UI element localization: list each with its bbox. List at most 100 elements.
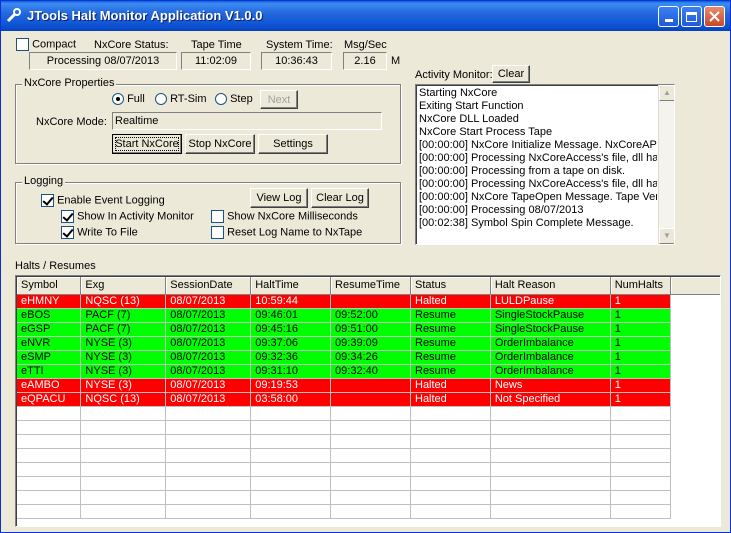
activity-log-line: NxCore Start Process Tape xyxy=(419,126,553,138)
column-header[interactable]: Symbol xyxy=(17,277,82,295)
table-cell-filler xyxy=(670,308,720,322)
mode-step-label: Step xyxy=(230,93,253,105)
stop-nxcore-button[interactable]: Stop NxCore xyxy=(185,134,255,154)
table-cell: 08/07/2013 xyxy=(165,378,252,393)
table-cell: NQSC (13) xyxy=(80,294,167,309)
empty-cell xyxy=(165,476,252,491)
show-in-activity-monitor-checkbox[interactable]: Show In Activity Monitor xyxy=(61,210,194,223)
table-row[interactable]: eGSP PACF (7) 08/07/2013 09:45:16 09:51:00 Re… xyxy=(17,322,720,337)
empty-row xyxy=(17,434,720,449)
halts-grid[interactable]: Symbol Exg SessionDate HaltTime ResumeTime St… xyxy=(15,275,721,527)
table-cell-filler xyxy=(670,364,720,378)
table-cell: eSMP xyxy=(17,350,82,365)
minimize-button[interactable] xyxy=(658,6,679,27)
title-bar[interactable]: JTools Halt Monitor Application V1.0.0 xyxy=(1,1,730,31)
table-cell: OrderImbalance xyxy=(490,364,611,379)
show-nxcore-ms-box[interactable] xyxy=(211,210,224,223)
start-nxcore-button[interactable]: Start NxCore xyxy=(112,134,182,154)
table-cell: 10:59:44 xyxy=(250,294,332,309)
logging-group: Logging Enable Event Logging Show In Act… xyxy=(15,175,401,244)
table-cell: NYSE (3) xyxy=(80,350,167,365)
clear-log-button[interactable]: Clear Log xyxy=(311,188,369,208)
close-button[interactable] xyxy=(704,6,725,27)
table-cell: 09:45:16 xyxy=(250,322,332,337)
table-cell-filler xyxy=(670,462,720,476)
column-header[interactable]: Status xyxy=(410,277,491,295)
scroll-down-arrow-icon[interactable]: ▼ xyxy=(659,228,674,244)
table-row[interactable]: eNVR NYSE (3) 08/07/2013 09:37:06 09:39:09 Re… xyxy=(17,336,720,351)
table-cell: NYSE (3) xyxy=(80,364,167,379)
enable-event-logging-checkbox[interactable]: Enable Event Logging xyxy=(41,194,165,207)
empty-row xyxy=(17,420,720,435)
write-to-file-checkbox[interactable]: Write To File xyxy=(61,226,138,239)
empty-cell xyxy=(330,490,411,505)
settings-button[interactable]: Settings xyxy=(258,134,328,154)
reset-log-name-checkbox[interactable]: Reset Log Name to NxTape xyxy=(211,226,362,239)
activity-log-line: Starting NxCore xyxy=(419,87,498,99)
reset-log-name-box[interactable] xyxy=(211,226,224,239)
empty-cell xyxy=(17,504,82,519)
table-row[interactable]: eSMP NYSE (3) 08/07/2013 09:32:36 09:34:26 Re… xyxy=(17,350,720,365)
logging-title: Logging xyxy=(22,175,66,187)
empty-cell xyxy=(165,434,252,449)
empty-cell xyxy=(250,448,332,463)
empty-cell xyxy=(410,434,491,449)
radio-step-icon[interactable] xyxy=(215,93,227,106)
next-button[interactable]: Next xyxy=(260,90,298,109)
show-in-activity-monitor-box[interactable] xyxy=(61,210,74,223)
table-cell: Resume xyxy=(410,364,491,379)
system-time-label: System Time: xyxy=(266,39,333,51)
column-header[interactable]: SessionDate xyxy=(165,277,252,295)
table-cell: 08/07/2013 xyxy=(165,322,252,337)
empty-cell xyxy=(610,490,671,505)
scroll-up-arrow-icon[interactable]: ▲ xyxy=(659,85,674,101)
empty-cell xyxy=(610,406,671,421)
activity-monitor-log[interactable]: Starting NxCore Exiting Start Function NxC… xyxy=(415,84,675,245)
compact-check-box[interactable] xyxy=(16,38,29,51)
table-cell: eBOS xyxy=(17,308,82,323)
table-cell xyxy=(330,392,411,407)
table-cell-filler xyxy=(670,392,720,406)
table-cell: eHMNY xyxy=(17,294,82,309)
empty-cell xyxy=(17,476,82,491)
table-row[interactable]: eAMBO NYSE (3) 08/07/2013 09:19:53 Halted New… xyxy=(17,378,720,393)
empty-cell xyxy=(250,490,332,505)
activity-clear-button[interactable]: Clear xyxy=(492,65,530,83)
column-header[interactable]: NumHalts xyxy=(610,277,671,295)
activity-scrollbar[interactable]: ▲ ▼ xyxy=(658,85,674,244)
table-row[interactable]: eTTI NYSE (3) 08/07/2013 09:31:10 09:32:40 Re… xyxy=(17,364,720,379)
column-header[interactable]: HaltTime xyxy=(250,277,332,295)
empty-row xyxy=(17,448,720,463)
table-cell: eGSP xyxy=(17,322,82,337)
activity-lines: Starting NxCore Exiting Start Function NxC… xyxy=(417,87,657,230)
enable-event-logging-box[interactable] xyxy=(41,194,54,207)
empty-cell xyxy=(610,504,671,519)
column-header[interactable]: Halt Reason xyxy=(490,277,611,295)
view-log-button[interactable]: View Log xyxy=(250,188,308,208)
radio-rtsim-icon[interactable] xyxy=(155,93,167,106)
table-cell-filler xyxy=(670,504,720,518)
radio-full-icon[interactable] xyxy=(112,93,124,106)
column-header[interactable]: ResumeTime xyxy=(330,277,411,295)
table-cell: 09:52:00 xyxy=(330,308,411,323)
empty-row xyxy=(17,406,720,421)
table-cell: 09:37:06 xyxy=(250,336,332,351)
show-in-activity-monitor-label: Show In Activity Monitor xyxy=(77,210,194,223)
show-nxcore-ms-checkbox[interactable]: Show NxCore Milliseconds xyxy=(211,210,358,223)
compact-checkbox[interactable]: Compact xyxy=(16,38,76,51)
mode-step-radio[interactable]: Step xyxy=(215,93,253,106)
table-row[interactable]: eBOS PACF (7) 08/07/2013 09:46:01 09:52:00 Re… xyxy=(17,308,720,323)
mode-full-radio[interactable]: Full xyxy=(112,93,145,106)
table-row[interactable]: eHMNY NQSC (13) 08/07/2013 10:59:44 Halted LU… xyxy=(17,294,720,309)
column-header[interactable]: Exg xyxy=(80,277,167,295)
maximize-button[interactable] xyxy=(681,6,702,27)
write-to-file-box[interactable] xyxy=(61,226,74,239)
mode-rtsim-radio[interactable]: RT-Sim xyxy=(155,93,207,106)
empty-cell xyxy=(330,462,411,477)
empty-cell xyxy=(490,462,611,477)
msg-sec-value: 2.16 xyxy=(343,52,387,70)
table-cell: News xyxy=(490,378,611,393)
table-row[interactable]: eQPACU NQSC (13) 08/07/2013 03:58:00 Halted N… xyxy=(17,392,720,407)
nxcore-properties-group: NxCore Properties Full RT-Sim Step Next … xyxy=(15,77,401,164)
tape-time-value: 11:02:09 xyxy=(181,52,251,70)
